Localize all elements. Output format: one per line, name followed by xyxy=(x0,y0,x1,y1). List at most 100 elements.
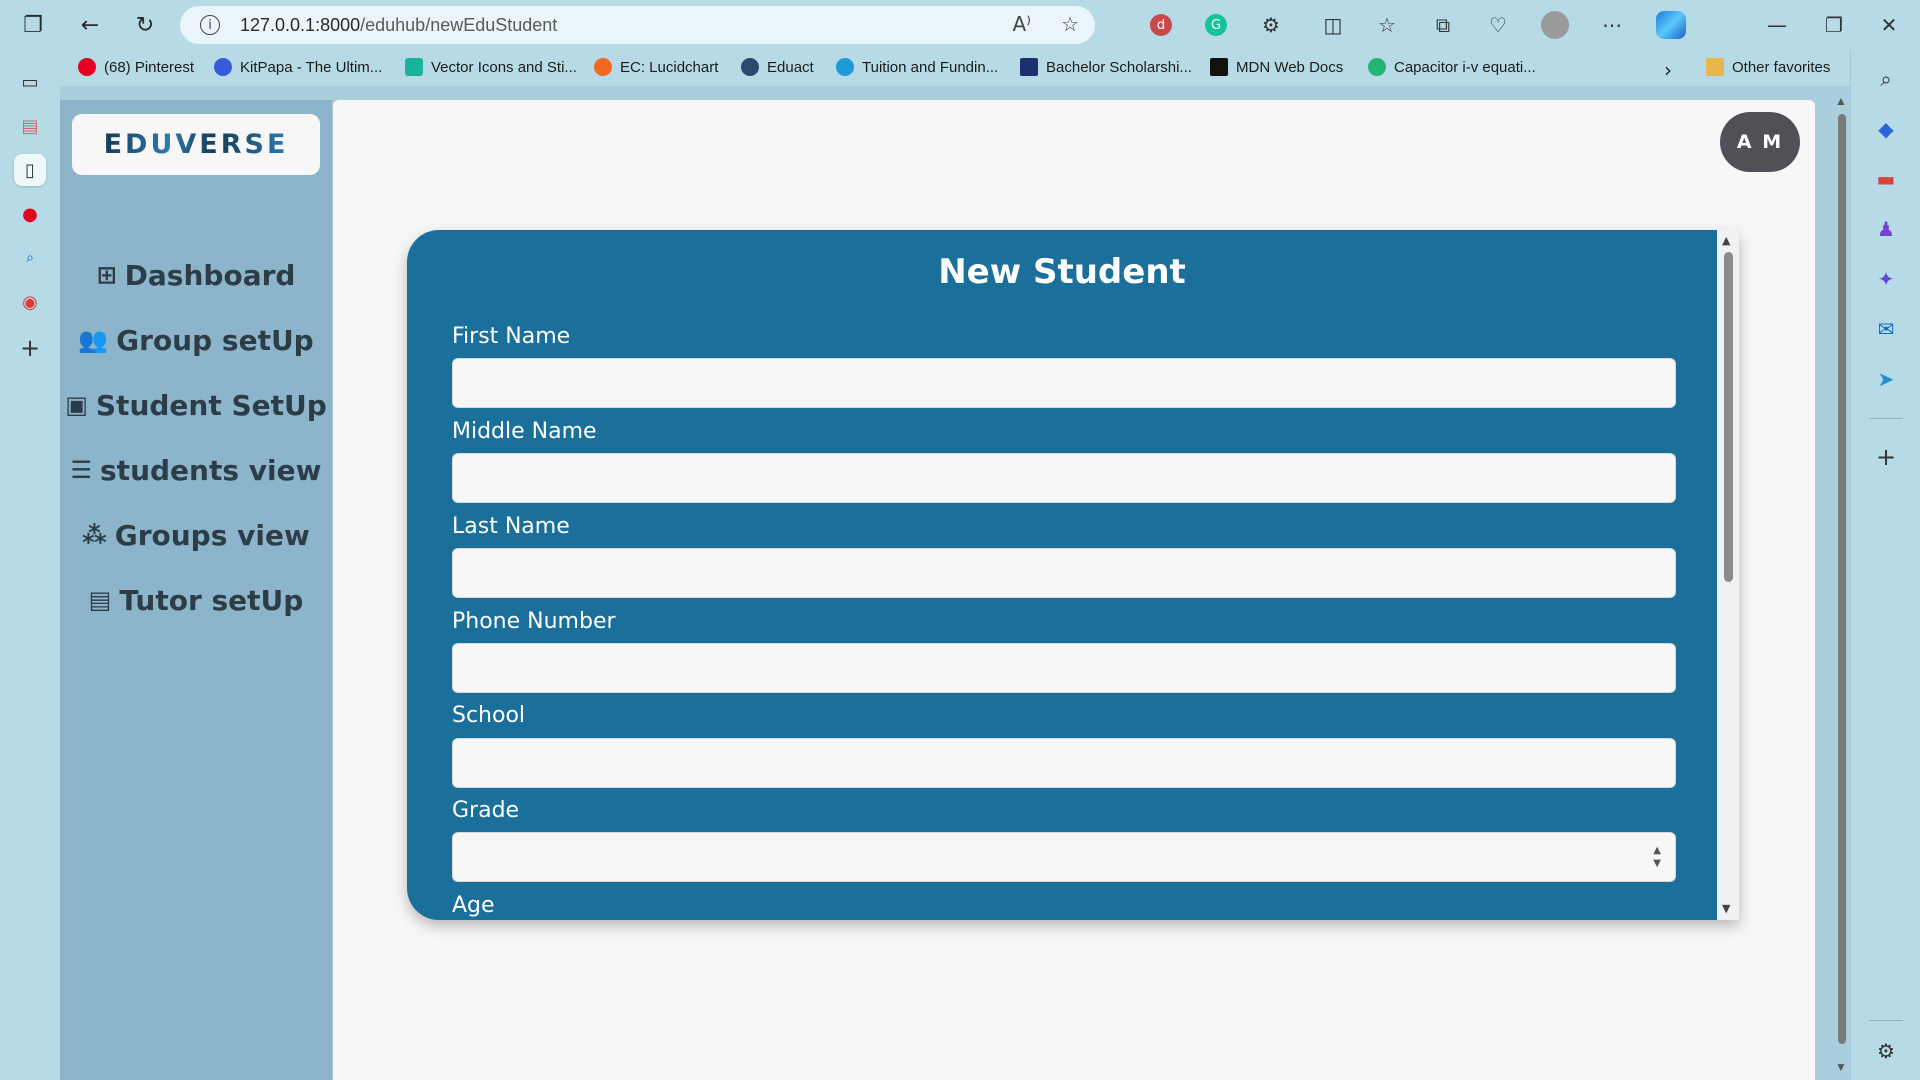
profile-icon[interactable] xyxy=(1540,10,1570,40)
restore-icon[interactable]: ❐ xyxy=(1819,10,1849,40)
sidebar-settings-icon[interactable]: ⚙ xyxy=(1871,1036,1901,1066)
logo-container[interactable]: EDUVERSE xyxy=(72,114,320,175)
close-window-icon[interactable]: ✕ xyxy=(1874,10,1904,40)
middle-name-input[interactable] xyxy=(452,453,1676,503)
phone-number-label: Phone Number xyxy=(452,609,616,634)
form-scrollbar-thumb[interactable] xyxy=(1724,252,1733,582)
favorite-item[interactable]: EC: Lucidchart xyxy=(594,58,718,76)
school-input[interactable] xyxy=(452,738,1676,788)
age-label: Age xyxy=(452,893,495,918)
favorites-overflow-chevron-icon[interactable]: › xyxy=(1664,58,1672,82)
scroll-down-arrow-icon[interactable]: ▼ xyxy=(1835,1060,1847,1074)
first-name-label: First Name xyxy=(452,324,571,349)
favorites-bar: (68) Pinterest KitPapa - The Ultim... Ve… xyxy=(60,50,1920,86)
add-sidebar-app-icon[interactable]: + xyxy=(1871,442,1901,472)
new-student-form: New Student First Name Middle Name Last … xyxy=(407,230,1739,920)
kitpapa-icon xyxy=(214,58,232,76)
nav-item-dashboard[interactable]: ⊞ Dashboard xyxy=(60,250,332,300)
search-tab-icon[interactable]: ⌕ xyxy=(14,242,46,274)
favorite-item[interactable]: Bachelor Scholarshi... xyxy=(1020,58,1192,76)
grammarly-icon[interactable]: G xyxy=(1201,10,1231,40)
form-title: New Student xyxy=(938,252,1186,292)
other-favorites[interactable]: Other favorites xyxy=(1706,58,1830,76)
favorite-item[interactable]: KitPapa - The Ultim... xyxy=(214,58,382,76)
extensions-icon[interactable]: ⚙ xyxy=(1256,10,1286,40)
outlook-icon[interactable]: ✉ xyxy=(1871,314,1901,344)
id-card-icon: ▣ xyxy=(65,391,88,419)
nav-item-tutor-setup[interactable]: ▤ Tutor setUp xyxy=(60,575,332,625)
page-scrollbar-thumb[interactable] xyxy=(1838,114,1846,1044)
extension-d-icon[interactable]: d xyxy=(1146,10,1176,40)
favorite-item[interactable]: Tuition and Fundin... xyxy=(836,58,998,76)
form-scroll-down-icon[interactable]: ▼ xyxy=(1722,902,1730,915)
nav-item-students-view[interactable]: ☰ students view xyxy=(60,445,332,495)
people-group-icon: ⁂ xyxy=(82,521,107,549)
site-info-icon[interactable]: i xyxy=(200,15,220,35)
eduverse-logo: EDUVERSE xyxy=(103,129,289,160)
tools-icon[interactable]: ▬ xyxy=(1871,164,1901,194)
page-scrollbar[interactable]: ▲ ▼ xyxy=(1830,92,1850,1080)
last-name-input[interactable] xyxy=(452,548,1676,598)
favorite-item[interactable]: MDN Web Docs xyxy=(1210,58,1343,76)
browser-toolbar: ❐ ← ↻ i 127.0.0.1:8000/eduhub/newEduStud… xyxy=(0,0,1920,50)
tutor-board-icon: ▤ xyxy=(88,586,112,614)
lucidchart-icon xyxy=(594,58,612,76)
app-sidebar: EDUVERSE ⊞ Dashboard 👥 Group setUp ▣ Stu… xyxy=(60,100,332,1080)
grid-icon: ⊞ xyxy=(96,261,117,289)
refresh-icon[interactable]: ↻ xyxy=(130,10,160,40)
browser-left-sidebar: ▭ ▤ ▯ ● ⌕ ◉ + xyxy=(0,50,60,1080)
capacitor-icon xyxy=(1368,58,1386,76)
eduact-icon xyxy=(741,58,759,76)
games-icon[interactable]: ♟ xyxy=(1871,214,1901,244)
workspaces-icon[interactable]: ❐ xyxy=(18,10,48,40)
favorite-item[interactable]: Capacitor i-v equati... xyxy=(1368,58,1536,76)
send-icon[interactable]: ➤ xyxy=(1871,364,1901,394)
form-scrollbar[interactable]: ▲ ▼ xyxy=(1717,230,1739,920)
favorites-icon[interactable]: ☆ xyxy=(1372,10,1402,40)
form-scroll-up-icon[interactable]: ▲ xyxy=(1722,234,1730,247)
address-bar[interactable]: i 127.0.0.1:8000/eduhub/newEduStudent A⁾… xyxy=(180,6,1095,44)
scroll-up-arrow-icon[interactable]: ▲ xyxy=(1835,94,1847,108)
shopping-tag-icon[interactable]: ◆ xyxy=(1871,114,1901,144)
more-options-icon[interactable]: ⋯ xyxy=(1597,10,1627,40)
nav-item-group-setup[interactable]: 👥 Group setUp xyxy=(60,315,332,365)
search-icon[interactable]: ⌕ xyxy=(1871,64,1901,94)
grade-stepper[interactable]: ▲ ▼ xyxy=(1653,844,1661,870)
browser-essentials-icon[interactable]: ♡ xyxy=(1483,10,1513,40)
middle-name-label: Middle Name xyxy=(452,419,597,444)
scholarship-icon xyxy=(1020,58,1038,76)
pinterest-tab-icon[interactable]: ● xyxy=(14,198,46,230)
copilot-icon[interactable] xyxy=(1656,10,1686,40)
favorite-item[interactable]: (68) Pinterest xyxy=(78,58,194,76)
favorite-star-icon[interactable]: ☆ xyxy=(1061,12,1079,36)
tab-actions-icon[interactable]: ▭ xyxy=(14,66,46,98)
decrement-arrow-icon[interactable]: ▼ xyxy=(1653,857,1661,870)
first-name-input[interactable] xyxy=(452,358,1676,408)
add-tab-icon[interactable]: + xyxy=(14,332,46,364)
pinterest-icon xyxy=(78,58,96,76)
favorite-item[interactable]: Eduact xyxy=(741,58,814,76)
nav-item-student-setup[interactable]: ▣ Student SetUp xyxy=(60,380,332,430)
user-avatar[interactable]: A M xyxy=(1720,112,1800,172)
split-screen-icon[interactable]: ◫ xyxy=(1318,10,1348,40)
nav-item-groups-view[interactable]: ⁂ Groups view xyxy=(60,510,332,560)
tuition-icon xyxy=(836,58,854,76)
pdf-tab-icon[interactable]: ▤ xyxy=(14,110,46,142)
list-icon: ☰ xyxy=(70,456,93,484)
page-tab-icon[interactable]: ▯ xyxy=(14,154,46,186)
grade-number-input[interactable]: ▲ ▼ xyxy=(452,832,1676,882)
collections-icon[interactable]: ⧉ xyxy=(1428,10,1458,40)
last-name-label: Last Name xyxy=(452,514,570,539)
users-icon: 👥 xyxy=(78,326,109,354)
browser-right-sidebar: ⌕ ◆ ▬ ♟ ✦ ✉ ➤ + ⚙ xyxy=(1850,50,1920,1080)
minimize-icon[interactable]: — xyxy=(1762,10,1792,40)
copilot-sidebar-icon[interactable]: ✦ xyxy=(1871,264,1901,294)
url-text[interactable]: 127.0.0.1:8000/eduhub/newEduStudent xyxy=(240,15,557,36)
back-icon[interactable]: ← xyxy=(75,10,105,40)
compass-tab-icon[interactable]: ◉ xyxy=(14,286,46,318)
read-aloud-icon[interactable]: A⁾ xyxy=(1012,12,1031,36)
phone-number-input[interactable] xyxy=(452,643,1676,693)
increment-arrow-icon[interactable]: ▲ xyxy=(1653,844,1661,857)
favorite-item[interactable]: Vector Icons and Sti... xyxy=(405,58,577,76)
mdn-icon xyxy=(1210,58,1228,76)
